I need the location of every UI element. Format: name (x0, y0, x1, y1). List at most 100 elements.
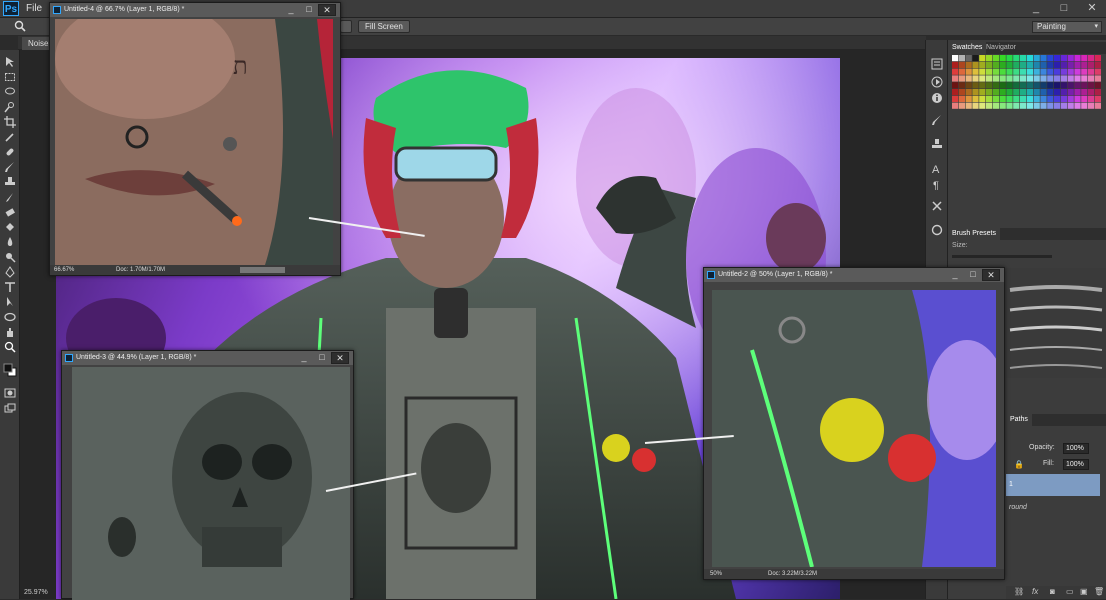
swatch[interactable] (958, 55, 965, 62)
swatch[interactable] (958, 89, 965, 96)
swatch[interactable] (1074, 89, 1081, 96)
swatch[interactable] (1060, 75, 1067, 82)
channels-panel-icon[interactable] (931, 224, 943, 236)
opacity-field[interactable]: 100% (1063, 443, 1089, 454)
swatch[interactable] (1026, 89, 1033, 96)
swatch[interactable] (979, 89, 986, 96)
face-closeup-canvas[interactable]: ת (55, 19, 333, 265)
swatch[interactable] (1054, 61, 1061, 68)
swatch[interactable] (952, 82, 959, 89)
swatch[interactable] (1094, 75, 1101, 82)
swatch[interactable] (1067, 55, 1074, 62)
swatch[interactable] (1054, 68, 1061, 75)
menu-file[interactable]: File (26, 3, 42, 14)
swatch[interactable] (1013, 75, 1020, 82)
brush-presets-list[interactable] (1006, 268, 1106, 378)
swatch[interactable] (1088, 102, 1095, 109)
swatch[interactable] (1060, 82, 1067, 89)
swatch[interactable] (972, 75, 979, 82)
swatch[interactable] (999, 55, 1006, 62)
swatch[interactable] (979, 102, 986, 109)
swatch[interactable] (1094, 95, 1101, 102)
swatch[interactable] (999, 61, 1006, 68)
swatch[interactable] (1006, 61, 1013, 68)
swatch[interactable] (1054, 82, 1061, 89)
swatch[interactable] (1033, 55, 1040, 62)
swatch[interactable] (1013, 82, 1020, 89)
document-window-untitled-2[interactable]: Untitled-2 @ 50% (Layer 1, RGB/8) * _ □ ✕ … (703, 267, 1005, 580)
swatch[interactable] (1006, 75, 1013, 82)
swatch[interactable] (1088, 89, 1095, 96)
swatch[interactable] (1047, 89, 1054, 96)
swatch[interactable] (1020, 89, 1027, 96)
move-tool-icon[interactable] (4, 56, 16, 68)
eyedropper-icon[interactable] (4, 131, 16, 143)
fill-field[interactable]: 100% (1063, 459, 1089, 470)
swatch[interactable] (979, 68, 986, 75)
clone-stamp-icon[interactable] (4, 176, 16, 188)
swatch[interactable] (1020, 55, 1027, 62)
swatch[interactable] (1033, 68, 1040, 75)
swatch[interactable] (1026, 95, 1033, 102)
swatch[interactable] (1081, 61, 1088, 68)
trash-icon[interactable]: 🗑 (1094, 587, 1104, 596)
swatch[interactable] (1013, 89, 1020, 96)
swatch[interactable] (1074, 55, 1081, 62)
doc-size[interactable]: Doc: 3.22M/3.22M (768, 569, 817, 579)
skull-closeup-canvas[interactable] (72, 367, 350, 600)
swatch[interactable] (1047, 55, 1054, 62)
new-group-icon[interactable]: ▭ (1066, 587, 1074, 596)
swatch[interactable] (965, 61, 972, 68)
swatch[interactable] (952, 89, 959, 96)
layer-row-background[interactable]: round (1006, 498, 1100, 518)
swatch[interactable] (952, 75, 959, 82)
swatch[interactable] (972, 102, 979, 109)
crop-tool-icon[interactable] (4, 116, 16, 128)
swatch[interactable] (965, 68, 972, 75)
swatch[interactable] (1047, 68, 1054, 75)
tab-swatches[interactable]: Swatches (948, 42, 987, 54)
maximize-icon[interactable]: □ (964, 268, 982, 282)
window-title-bar[interactable]: Untitled-3 @ 44.9% (Layer 1, RGB/8) * _ □… (62, 351, 353, 365)
doc-size[interactable]: Doc: 1.70M/1.70M (116, 265, 165, 275)
paragraph-panel-icon[interactable]: ¶ (931, 178, 943, 190)
badges-closeup-canvas[interactable] (712, 290, 996, 567)
swatch[interactable] (1020, 102, 1027, 109)
swatch[interactable] (992, 68, 999, 75)
swatch[interactable] (1094, 55, 1101, 62)
swatch[interactable] (1088, 61, 1095, 68)
swatch[interactable] (1047, 95, 1054, 102)
paint-bucket-icon[interactable] (4, 221, 16, 233)
type-tool-icon[interactable] (4, 281, 16, 293)
swatch[interactable] (992, 61, 999, 68)
swatch[interactable] (1006, 68, 1013, 75)
swatch[interactable] (958, 102, 965, 109)
swatch[interactable] (1054, 75, 1061, 82)
swatch[interactable] (1081, 75, 1088, 82)
swatch[interactable] (986, 55, 993, 62)
swatch[interactable] (1067, 61, 1074, 68)
history-panel-icon[interactable] (931, 58, 943, 70)
zoom-tool-icon[interactable] (14, 20, 26, 32)
swatch[interactable] (1067, 95, 1074, 102)
swatch[interactable] (1074, 75, 1081, 82)
maximize-icon[interactable]: □ (300, 3, 318, 17)
swatch[interactable] (1033, 89, 1040, 96)
swatch[interactable] (1081, 89, 1088, 96)
horizontal-scrollbar[interactable] (240, 267, 285, 273)
workspace-select[interactable]: Painting (1032, 21, 1102, 33)
swatch[interactable] (1033, 102, 1040, 109)
swatch[interactable] (1040, 61, 1047, 68)
swatch[interactable] (1006, 102, 1013, 109)
brush-size-slider[interactable] (952, 255, 1052, 258)
swatch[interactable] (1006, 95, 1013, 102)
marquee-tool-icon[interactable] (4, 71, 16, 83)
swatch[interactable] (1040, 95, 1047, 102)
close-button[interactable]: ✕ (1078, 0, 1106, 18)
swatch[interactable] (1074, 102, 1081, 109)
swatch[interactable] (1020, 82, 1027, 89)
swatch[interactable] (972, 68, 979, 75)
eraser-icon[interactable] (4, 206, 16, 218)
healing-brush-icon[interactable] (4, 146, 16, 158)
swatch[interactable] (1020, 95, 1027, 102)
